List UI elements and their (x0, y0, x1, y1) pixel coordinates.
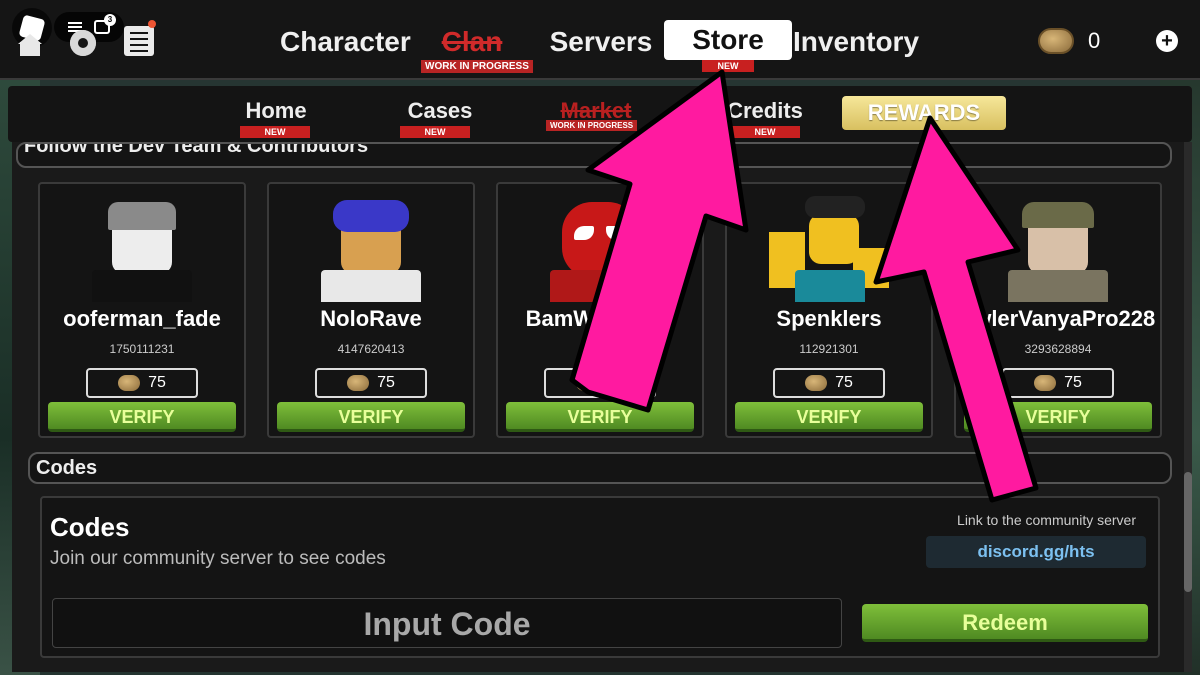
codes-subtitle: Join our community server to see codes (50, 548, 386, 569)
main-nav: Character Clan WORK IN PROGRESS Servers … (0, 20, 1200, 73)
codes-header-label: Codes (36, 457, 98, 479)
reward-amount: 75 (315, 368, 427, 398)
nav-inventory[interactable]: Inventory (792, 20, 920, 64)
reward-value: 75 (148, 374, 166, 391)
coin-icon (1038, 28, 1074, 54)
nav-store[interactable]: Store (664, 20, 792, 60)
reward-value: 75 (377, 374, 395, 391)
discord-link-button[interactable]: discord.gg/hts (926, 536, 1146, 568)
currency-display: 0 (1038, 28, 1100, 54)
reward-value: 75 (606, 374, 624, 391)
tab-credits[interactable]: Credits (720, 98, 810, 124)
mask-eye (606, 226, 626, 240)
contributor-id: 1750111231 (109, 342, 175, 356)
market-wip-tag: WORK IN PROGRESS (546, 120, 638, 131)
helmet-shape (1022, 202, 1094, 228)
verify-button[interactable]: VERIFY (48, 402, 236, 432)
tab-home[interactable]: Home (240, 98, 312, 124)
contributor-name: NoloRave (320, 306, 422, 331)
contributor-id: 112921301 (799, 342, 859, 356)
tab-cases[interactable]: Cases (400, 98, 480, 124)
nav-character[interactable]: Character (280, 20, 411, 64)
reward-amount: 75 (773, 368, 885, 398)
coin-icon (118, 375, 141, 391)
contributor-card: owlerVanyaPro228 3293628894 75 VERIFY (954, 182, 1162, 438)
avatar-body (92, 270, 192, 302)
contributor-cards: ooferman_fade 1750111231 75 VERIFY NoloR… (38, 182, 1168, 440)
reward-amount: 75 (544, 368, 656, 398)
contributor-card: Spenklers 112921301 75 VERIFY (725, 182, 933, 438)
nav-servers[interactable]: Servers (546, 20, 656, 64)
community-link-label: Link to the community server (957, 512, 1136, 528)
hat-shape (805, 196, 865, 218)
contributor-name: ooferman_fade (63, 306, 221, 331)
contributor-name: owlerVanyaPro228 (960, 306, 1156, 331)
avatar-body (321, 270, 421, 302)
nav-clan[interactable]: Clan (420, 20, 524, 64)
top-bar: 3 Character Clan WORK IN PROGRESS Server… (0, 0, 1200, 80)
scrollbar-thumb[interactable] (1184, 472, 1192, 592)
spiderman-avatar (540, 192, 660, 302)
avatar-head (809, 214, 859, 264)
coin-icon (576, 375, 599, 391)
code-input[interactable]: Input Code (52, 598, 842, 648)
beanie-shape (108, 202, 176, 230)
soldier-avatar (998, 192, 1118, 302)
avatar-head (562, 202, 638, 278)
reward-amount: 75 (86, 368, 198, 398)
yellow-blocky-avatar (769, 192, 889, 302)
hair-shape (333, 200, 409, 232)
gray-beanie-avatar (82, 192, 202, 302)
verify-button[interactable]: VERIFY (506, 402, 694, 432)
coin-count: 0 (1088, 28, 1101, 53)
add-currency-button[interactable]: + (1156, 30, 1178, 52)
store-tab-bar: Home NEW Cases NEW Market WORK IN PROGRE… (8, 86, 1192, 142)
store-new-tag: NEW (702, 60, 754, 72)
reward-value: 75 (1064, 374, 1082, 391)
avatar-body (1008, 270, 1108, 302)
credits-new-tag: NEW (730, 126, 800, 138)
contributor-id: 49 (593, 342, 607, 356)
coin-icon (1034, 375, 1057, 391)
verify-button[interactable]: VERIFY (964, 402, 1152, 432)
redeem-button[interactable]: Redeem (862, 604, 1148, 642)
verify-button[interactable]: VERIFY (735, 402, 923, 432)
follow-section-header: Follow the Dev Team & Contributors (16, 142, 1172, 168)
coin-icon (805, 375, 828, 391)
blue-hair-avatar (311, 192, 431, 302)
contributor-card: BamWoodstar 49 75 VERIFY (496, 182, 704, 438)
codes-box: Codes Join our community server to see c… (40, 496, 1160, 658)
reward-value: 75 (835, 374, 853, 391)
clan-wip-tag: WORK IN PROGRESS (421, 60, 533, 73)
follow-section-title: Follow the Dev Team & Contributors (24, 142, 369, 157)
coin-icon (347, 375, 370, 391)
contributor-card: NoloRave 4147620413 75 VERIFY (267, 182, 475, 438)
contributor-name: Spenklers (776, 306, 882, 331)
reward-amount: 75 (1002, 368, 1114, 398)
contributor-card: ooferman_fade 1750111231 75 VERIFY (38, 182, 246, 438)
scrollbar[interactable] (1184, 142, 1192, 672)
codes-section-header: Codes (28, 452, 1172, 484)
cases-new-tag: NEW (400, 126, 470, 138)
avatar-body (550, 270, 650, 302)
contributor-id: 3293628894 (1024, 342, 1092, 356)
tab-rewards[interactable]: REWARDS (842, 96, 1006, 130)
contributor-id: 4147620413 (337, 342, 405, 356)
codes-title: Codes (50, 512, 130, 542)
verify-button[interactable]: VERIFY (277, 402, 465, 432)
avatar-body (795, 270, 865, 302)
home-new-tag: NEW (240, 126, 310, 138)
contributor-name: BamWoodstar (525, 306, 675, 331)
